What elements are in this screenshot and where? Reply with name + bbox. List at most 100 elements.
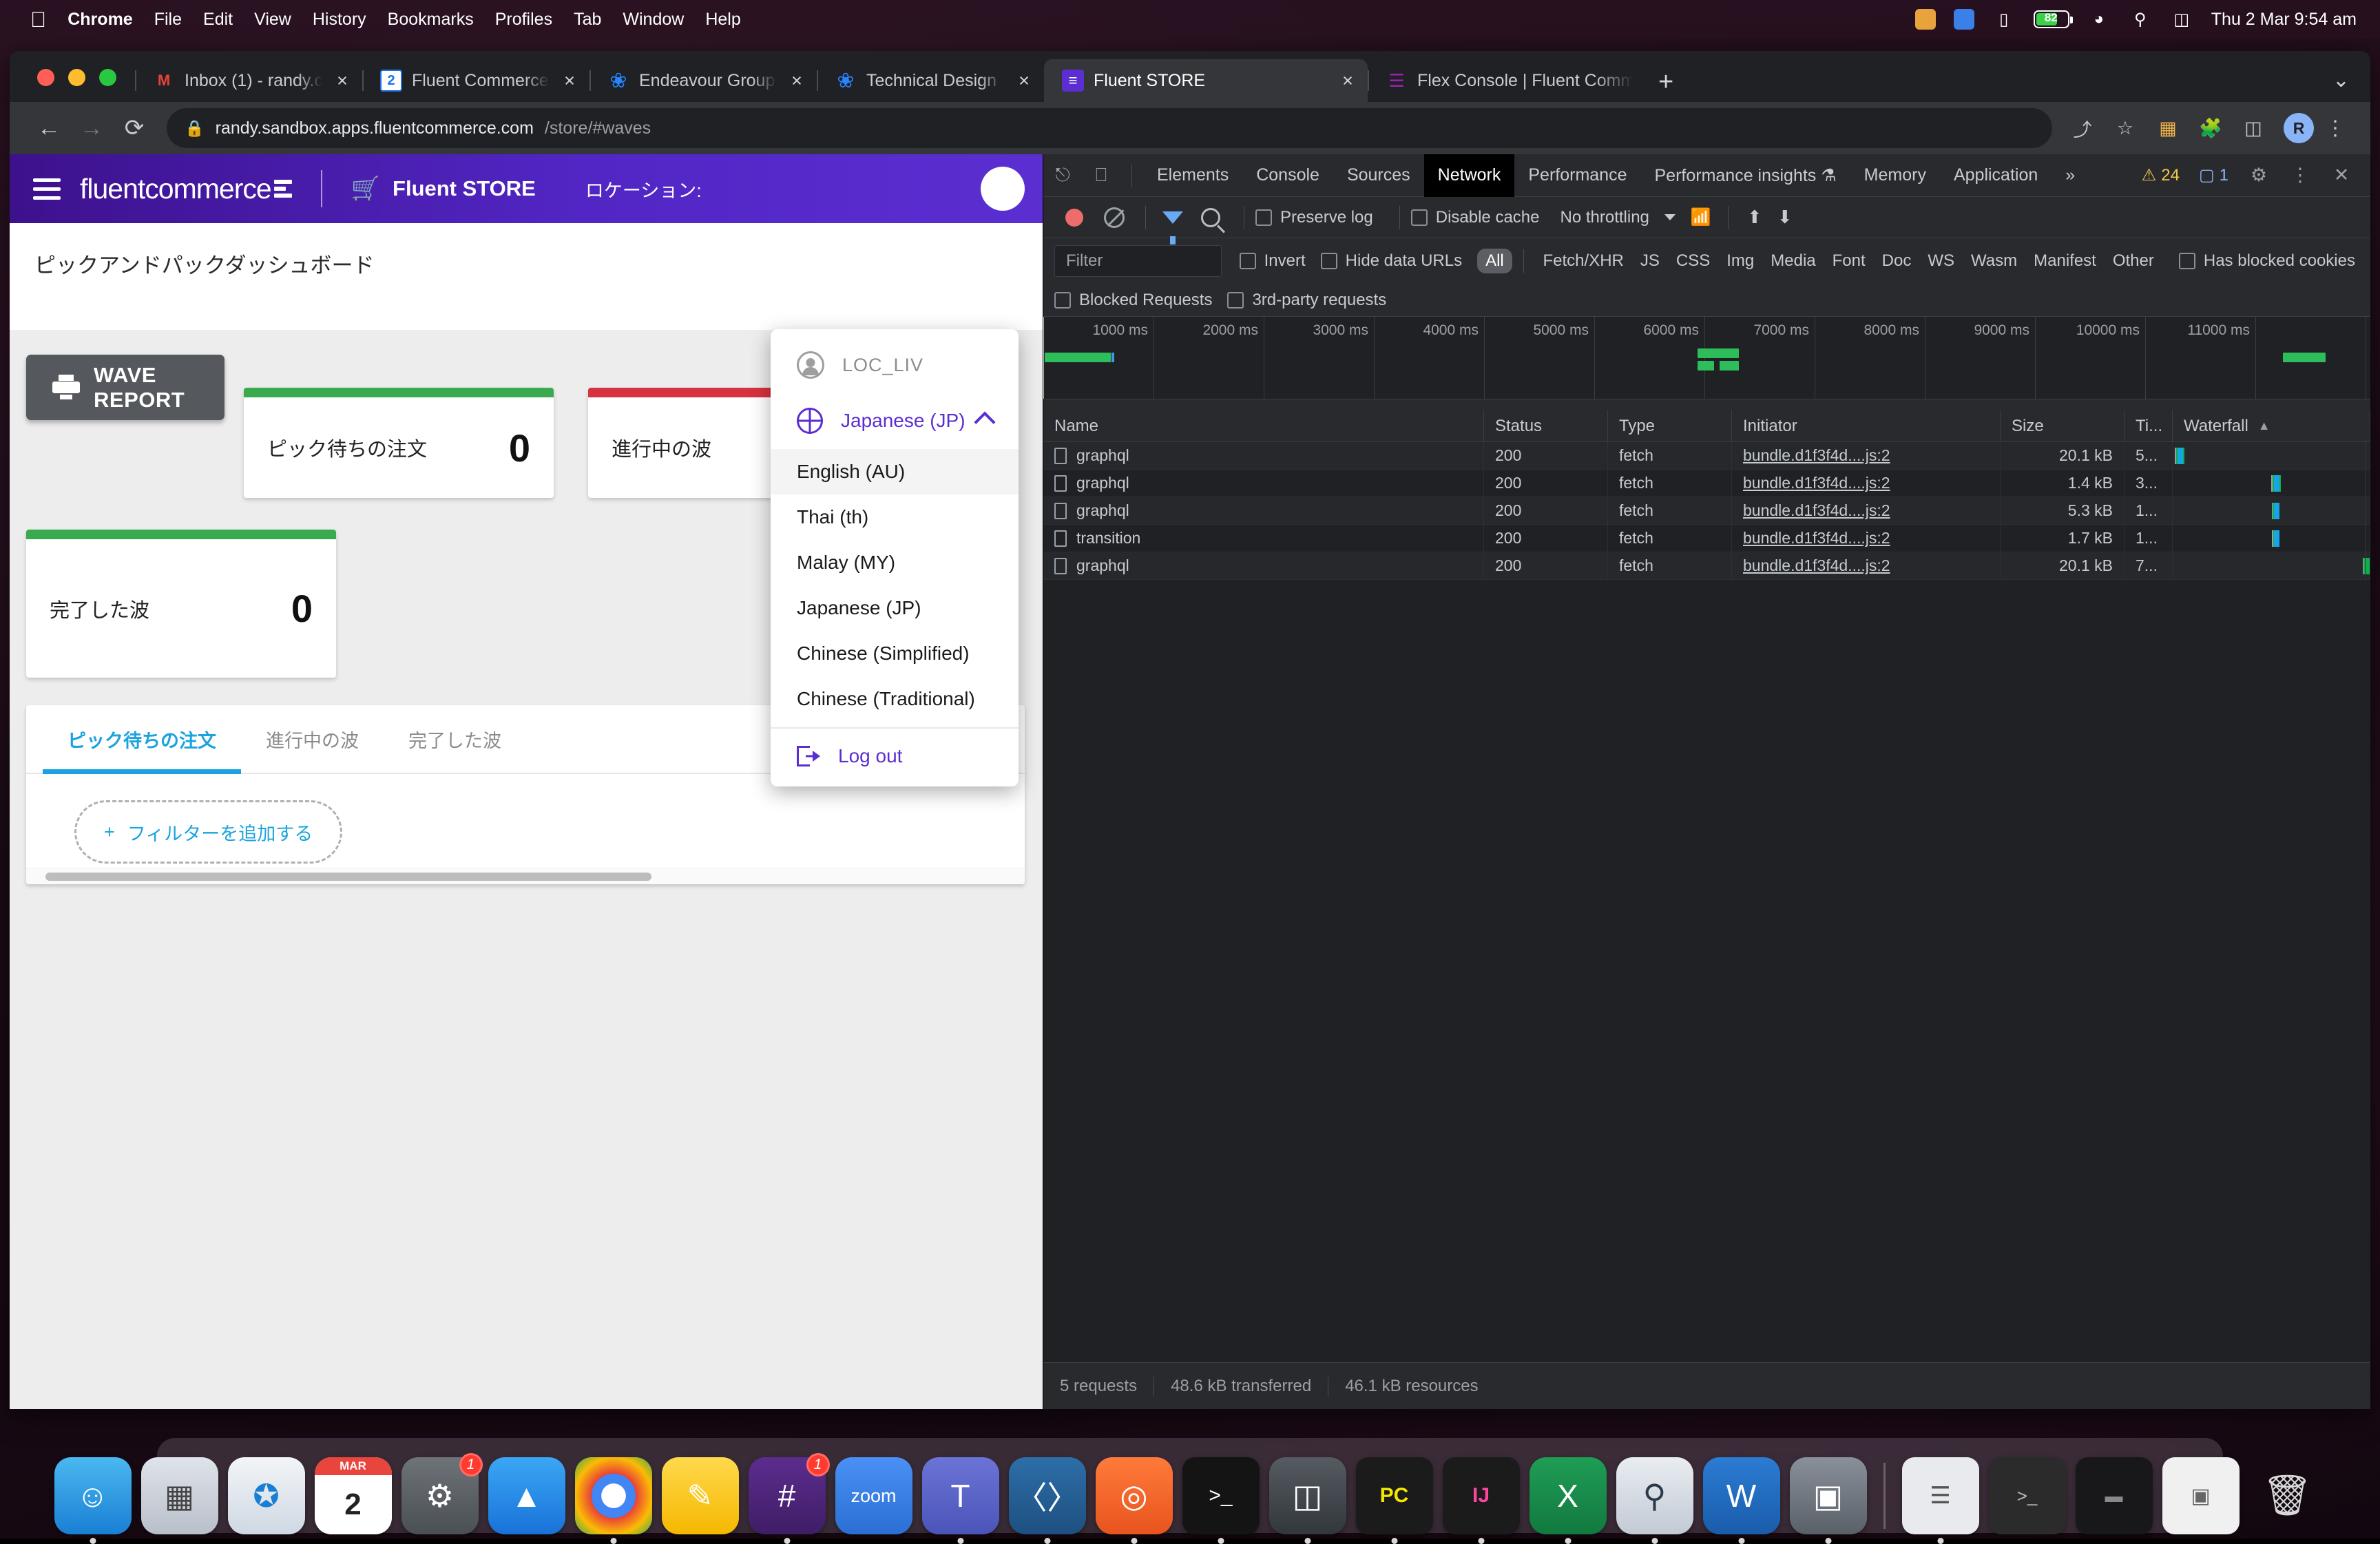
chrome-menu-icon[interactable]: ⋮ (2318, 116, 2352, 140)
menu-tab[interactable]: Tab (574, 10, 601, 30)
request-initiator-link[interactable]: bundle.d1f3f4d....js:2 (1743, 474, 1890, 492)
device-toolbar-icon[interactable]: ⎕ (1082, 156, 1120, 195)
menubar-clock[interactable]: Thu 2 Mar 9:54 am (2211, 10, 2357, 30)
back-button[interactable]: ← (28, 107, 70, 149)
calendar-icon[interactable]: MAR 2 (315, 1457, 392, 1534)
devtools-tab-application[interactable]: Application (1940, 154, 2052, 197)
table-row[interactable]: transition 200 fetch bundle.d1f3f4d....j… (1043, 525, 2370, 552)
launchpad-icon[interactable]: ▦ (141, 1457, 218, 1534)
menu-file[interactable]: File (154, 10, 182, 30)
chrome-icon[interactable] (575, 1457, 652, 1534)
menu-chrome[interactable]: Chrome (67, 10, 132, 30)
table-row[interactable]: graphql 200 fetch bundle.d1f3f4d....js:2… (1043, 470, 2370, 497)
blocked-requests-checkbox[interactable]: Blocked Requests (1054, 291, 1212, 310)
filter-type-font[interactable]: Font (1824, 249, 1874, 273)
language-selector[interactable]: Japanese (JP) (771, 397, 1019, 449)
postman-icon[interactable]: ◎ (1096, 1457, 1173, 1534)
column-status[interactable]: Status (1484, 410, 1608, 441)
request-initiator-link[interactable]: bundle.d1f3f4d....js:2 (1743, 501, 1890, 520)
tab-orders-awaiting-pick[interactable]: ピック待ちの注文 (43, 705, 241, 773)
tab-close-button[interactable]: × (1014, 70, 1034, 92)
document-stack-icon[interactable]: ☰ (1902, 1457, 1979, 1534)
menu-edit[interactable]: Edit (203, 10, 233, 30)
tab-close-button[interactable]: × (559, 70, 580, 92)
add-filter-button[interactable]: + フィルターを追加する (74, 800, 342, 864)
hide-data-urls-checkbox[interactable]: Hide data URLs (1321, 251, 1462, 271)
tab-close-button[interactable]: × (332, 70, 353, 92)
column-initiator[interactable]: Initiator (1732, 410, 2001, 441)
filter-type-media[interactable]: Media (1762, 249, 1824, 273)
terminal-icon[interactable]: >_ (1182, 1457, 1260, 1534)
tab-waves-in-progress[interactable]: 進行中の波 (241, 705, 384, 773)
tray-orange-icon[interactable] (1915, 9, 1936, 30)
language-option-chinese-simplified[interactable]: Chinese (Simplified) (771, 631, 1019, 676)
filter-type-wasm[interactable]: Wasm (1963, 249, 2025, 273)
app-store-icon[interactable]: ▲ (488, 1457, 565, 1534)
filter-type-fetch-xhr[interactable]: Fetch/XHR (1535, 249, 1632, 273)
filter-type-img[interactable]: Img (1718, 249, 1762, 273)
bookmark-star-icon[interactable]: ☆ (2106, 109, 2144, 147)
pycharm-icon[interactable]: PC (1356, 1457, 1433, 1534)
minimize-window-button[interactable] (68, 69, 85, 86)
language-option-malay[interactable]: Malay (MY) (771, 540, 1019, 585)
filter-type-css[interactable]: CSS (1668, 249, 1718, 273)
browser-tab-fluent-store[interactable]: ≡ Fluent STORE × (1044, 59, 1368, 102)
wave-report-button[interactable]: WAVE REPORT (26, 355, 225, 420)
disable-cache-checkbox[interactable]: Disable cache (1411, 208, 1540, 227)
import-har-icon[interactable]: ⬆ (1740, 207, 1770, 228)
language-option-thai[interactable]: Thai (th) (771, 494, 1019, 540)
fluentcommerce-logo[interactable]: fluentcommerce (80, 173, 292, 205)
throttling-select[interactable]: No throttling (1560, 208, 1649, 227)
inspect-element-icon[interactable]: ⎋ (1043, 156, 1082, 195)
zoom-icon[interactable]: zoom (835, 1457, 912, 1534)
devtools-tab-sources[interactable]: Sources (1333, 154, 1424, 197)
browser-tab-technical-design[interactable]: ❀ Technical Design - Inventory Fe × (817, 59, 1044, 102)
devtools-tab-console[interactable]: Console (1242, 154, 1333, 197)
filter-icon[interactable] (1162, 211, 1183, 224)
menu-help[interactable]: Help (705, 10, 740, 30)
forward-button[interactable]: → (70, 107, 113, 149)
gear-icon[interactable]: ⚙ (2240, 156, 2278, 195)
browser-tab-gmail[interactable]: M Inbox (1) - randy.chan@fluentc × (135, 59, 362, 102)
column-waterfall[interactable]: Waterfall ▲ (2173, 410, 2370, 441)
menu-window[interactable]: Window (623, 10, 684, 30)
kpi-card-completed-waves[interactable]: 完了した波 0 (26, 530, 336, 678)
user-avatar-button[interactable] (981, 167, 1025, 211)
filter-type-manifest[interactable]: Manifest (2025, 249, 2105, 273)
trash-icon[interactable]: 🗑 (2249, 1457, 2326, 1534)
close-devtools-icon[interactable]: ✕ (2322, 156, 2361, 195)
filter-type-js[interactable]: JS (1632, 249, 1668, 273)
table-row[interactable]: graphql 200 fetch bundle.d1f3f4d....js:2… (1043, 442, 2370, 470)
filter-type-ws[interactable]: WS (1919, 249, 1963, 273)
share-icon[interactable]: ⤴ (2063, 109, 2102, 147)
scrollbar-thumb[interactable] (45, 873, 651, 881)
column-time[interactable]: Ti... (2125, 410, 2173, 441)
word-icon[interactable]: W (1703, 1457, 1780, 1534)
tab-close-button[interactable]: × (786, 70, 807, 92)
intellij-idea-icon[interactable]: IJ (1443, 1457, 1520, 1534)
slack-icon[interactable]: #1 (749, 1457, 826, 1534)
devtools-tab-performance-insights[interactable]: Performance insights ⚗ (1640, 154, 1850, 197)
more-options-icon[interactable]: ⋮ (2281, 156, 2319, 195)
kpi-card-orders-awaiting-pick[interactable]: ピック待ちの注文 0 (244, 388, 554, 498)
logout-button[interactable]: Log out (771, 729, 1019, 786)
devtools-tabs-overflow[interactable]: » (2052, 154, 2089, 197)
has-blocked-cookies-checkbox[interactable]: Has blocked cookies (2179, 251, 2355, 271)
network-overview-timeline[interactable]: 1000 ms 2000 ms 3000 ms 4000 ms 5000 ms … (1043, 317, 2370, 399)
control-center-icon[interactable]: ◫ (2170, 9, 2193, 30)
screen-mirroring-icon[interactable]: ▯ (1992, 9, 2016, 30)
filter-type-doc[interactable]: Doc (1874, 249, 1920, 273)
menu-bookmarks[interactable]: Bookmarks (388, 10, 474, 30)
browser-tab-flex-console[interactable]: ☰ Flex Console | Fluent Commerce (1368, 59, 1643, 102)
maximize-window-button[interactable] (99, 69, 116, 86)
side-panel-icon[interactable]: ◫ (2234, 109, 2273, 147)
dark-window-icon[interactable]: ▬ (2076, 1457, 2153, 1534)
third-party-requests-checkbox[interactable]: 3rd-party requests (1227, 291, 1386, 310)
warning-badge[interactable]: ⚠24 (2133, 165, 2188, 185)
battery-icon[interactable]: 82 (2034, 10, 2069, 28)
close-window-button[interactable] (37, 69, 54, 86)
table-horizontal-scrollbar[interactable] (26, 868, 1025, 884)
export-har-icon[interactable]: ⬇ (1770, 207, 1800, 228)
filter-type-all[interactable]: All (1477, 249, 1512, 273)
browser-tab-endeavour[interactable]: ❀ Endeavour Group (EGL) - Fluen × (589, 59, 817, 102)
